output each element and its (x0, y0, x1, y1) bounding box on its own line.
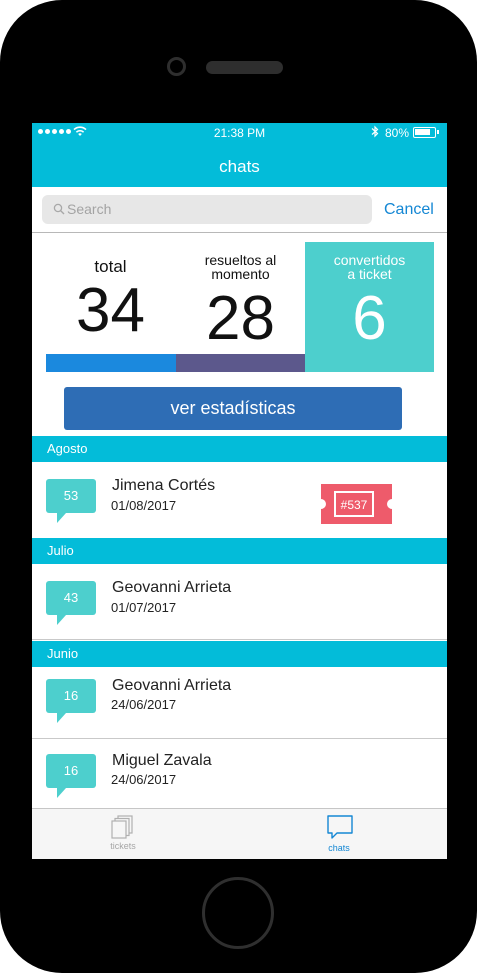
earpiece-speaker (206, 61, 283, 74)
stat-converted-value: 6 (352, 284, 387, 353)
documents-icon (111, 815, 133, 839)
stat-resolved-label-line1: resueltos al (204, 252, 277, 268)
home-button[interactable] (202, 877, 274, 949)
view-stats-button[interactable]: ver estadísticas (64, 387, 402, 430)
cancel-button[interactable]: Cancel (384, 201, 434, 219)
stat-converted-label-line2: a ticket (347, 266, 392, 282)
chat-count-bubble-icon: 53 (46, 479, 96, 523)
chat-date: 24/06/2017 (111, 772, 177, 787)
chat-bubble-icon (327, 815, 353, 839)
resolved-bar (176, 354, 305, 372)
total-bar (46, 354, 176, 372)
phone-frame: 21:38 PM 80% chats Search Cancel total 3… (0, 0, 477, 973)
search-bar: Search Cancel (32, 187, 447, 233)
ticket-badge-icon[interactable]: #537 (321, 484, 392, 524)
chat-contact-name: Geovanni Arrieta (112, 579, 232, 596)
stat-total: total 34 (46, 242, 175, 372)
chat-contact-name: Geovanni Arrieta (112, 677, 232, 694)
stat-converted: convertidos a ticket 6 (305, 242, 434, 372)
stat-converted-label: convertidos a ticket (305, 253, 434, 281)
stat-total-value: 34 (76, 276, 145, 345)
stat-total-label: total (94, 257, 127, 276)
chat-count-bubble-icon: 16 (46, 679, 96, 723)
chat-contact-name: Miguel Zavala (112, 752, 212, 769)
chat-date: 01/07/2017 (111, 600, 177, 615)
stat-resolved-label: resueltos al momento (176, 253, 305, 281)
tab-tickets[interactable]: tickets (32, 809, 212, 859)
section-header-julio: Julio (32, 538, 447, 564)
row-divider (32, 639, 447, 640)
chat-list-item[interactable]: 16 Miguel Zavala 24/06/2017 (32, 739, 447, 808)
chat-date: 01/08/2017 (111, 498, 177, 513)
chat-count-bubble-icon: 43 (46, 581, 96, 625)
front-camera (167, 57, 186, 76)
chat-list-item[interactable]: 43 Geovanni Arrieta 01/07/2017 (32, 564, 447, 639)
app-header: 21:38 PM 80% chats (32, 123, 447, 187)
chat-date: 24/06/2017 (111, 697, 177, 712)
chat-count-bubble-icon: 16 (46, 754, 96, 798)
stat-resolved-label-line2: momento (211, 266, 270, 282)
stat-resolved: resueltos al momento 28 (176, 242, 305, 372)
tab-bar: tickets chats (32, 808, 447, 859)
tab-tickets-label: tickets (110, 841, 136, 851)
search-input[interactable]: Search (42, 195, 372, 224)
search-icon (53, 203, 65, 215)
search-placeholder: Search (67, 201, 112, 217)
stat-converted-label-line1: convertidos (333, 252, 406, 268)
chat-list-item[interactable]: 16 Geovanni Arrieta 24/06/2017 (32, 667, 447, 738)
section-header-agosto: Agosto (32, 436, 447, 462)
bluetooth-icon (371, 125, 379, 141)
tab-chats[interactable]: chats (248, 809, 428, 859)
tab-chats-label: chats (328, 843, 350, 853)
ticket-number: #537 (341, 498, 368, 512)
chat-contact-name: Jimena Cortés (112, 477, 216, 494)
status-bar: 21:38 PM 80% (32, 123, 447, 143)
battery-percent: 80% (385, 126, 410, 140)
stat-resolved-value: 28 (206, 284, 275, 353)
battery-icon (413, 127, 439, 138)
section-header-junio: Junio (32, 641, 447, 667)
app-screen: 21:38 PM 80% chats Search Cancel total 3… (32, 123, 447, 859)
page-title: chats (219, 157, 260, 176)
